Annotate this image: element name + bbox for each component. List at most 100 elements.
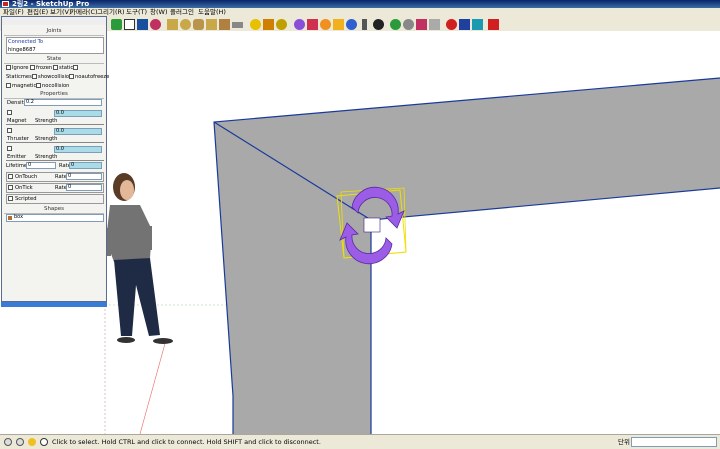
figure-arm-right [145,226,152,250]
object-core [363,217,381,233]
pin-icon[interactable] [416,19,427,30]
cylinder-icon[interactable] [193,19,204,30]
chamfer-icon[interactable] [219,19,230,30]
showcollision-label: showcollision [38,74,73,80]
ontouch-rate-field[interactable]: 0 [66,173,102,180]
menu-window[interactable]: 창(W) [150,8,167,17]
properties-header: Properties [40,91,68,97]
ontouch-label: OnTouch [15,174,38,180]
staticmesh-label: Staticmesh [6,74,36,80]
viewport[interactable] [0,31,720,434]
magnet-strength-field[interactable]: 0.0 [54,110,102,117]
slider-track[interactable] [6,142,104,143]
shape-select[interactable]: box [6,214,104,222]
magnetic-label: magnetic [12,83,37,89]
rotate-icon[interactable] [346,19,357,30]
magnet-icon[interactable] [403,19,414,30]
menu-bar: 파일(F) 편집(E) 보기(V) 카메라(C) 그리기(R) 도구(T) 창(… [0,8,720,17]
nocollision-checkbox[interactable] [36,83,41,88]
ontick-checkbox[interactable] [8,185,13,190]
connection-name[interactable]: hinge8687 [8,47,36,53]
ontick-label: OnTick [15,185,33,191]
divider [4,35,104,36]
noautofreeze-label: noautofreeze [75,74,110,80]
slider-track[interactable] [6,160,104,161]
red-axis [139,339,167,434]
ignore-label: Ignore [12,65,29,71]
menu-plugins[interactable]: 플러그인 [170,8,194,17]
reset-icon[interactable] [137,19,148,30]
frozen-label: frozen [36,65,53,71]
static-extra-checkbox[interactable] [73,65,78,70]
toolbar [0,17,720,32]
spring-icon[interactable] [333,19,344,30]
joint-icon[interactable] [150,19,161,30]
pause-icon[interactable] [124,19,135,30]
lifetime-rate-field[interactable]: 0 [69,162,102,169]
gear-icon[interactable] [320,19,331,30]
thruster-checkbox[interactable] [7,128,12,133]
status-bar: Click to select. Hold CTRL and click to … [0,434,720,449]
ignore-checkbox[interactable] [6,65,11,70]
close-icon[interactable] [488,19,499,30]
shapes-header: Shapes [43,206,65,212]
frozen-checkbox[interactable] [30,65,35,70]
static-checkbox[interactable] [53,65,58,70]
thruster-strength-field[interactable]: 0.0 [54,128,102,135]
info-icon[interactable] [40,438,48,446]
record-icon[interactable] [446,19,457,30]
joints-box: Connected To hinge8687 [6,37,104,54]
measurements-box[interactable] [631,437,717,447]
divider [4,63,104,64]
box-icon[interactable] [167,19,178,30]
geo-location-icon[interactable] [4,438,12,446]
background-panel-edge [1,302,107,307]
emitter-strength-field[interactable]: 0.0 [54,146,102,153]
play-icon[interactable] [111,19,122,30]
wand-icon[interactable] [429,19,440,30]
box-shape-icon [8,216,12,220]
slider-icon[interactable] [307,19,318,30]
help-icon[interactable] [28,438,36,446]
staticmesh-checkbox[interactable] [32,74,37,79]
joints-header: Joints [46,28,62,34]
piston-icon[interactable] [263,19,274,30]
emitter-checkbox[interactable] [7,146,12,151]
static-label: static [59,65,74,71]
figure-shoe-right [153,338,173,344]
globe-icon[interactable] [390,19,401,30]
figure-shoe-left [117,337,135,343]
scale-figure [104,173,173,344]
ontouch-checkbox[interactable] [8,174,13,179]
showcollision-checkbox[interactable] [69,74,74,79]
magnetic-checkbox[interactable] [6,83,11,88]
title-bar: 2링2 - SketchUp Pro [0,0,720,8]
figure-face [120,180,134,200]
figure-legs [114,258,160,336]
menu-help[interactable]: 도움말(H) [198,8,226,17]
back-icon[interactable] [472,19,483,30]
cone-icon[interactable] [206,19,217,30]
scene-svg [104,77,720,434]
hinge-icon[interactable] [250,19,261,30]
credits-icon[interactable] [16,438,24,446]
fixed-icon[interactable] [362,19,367,30]
ontick-rate-field[interactable]: 0 [66,184,102,191]
lifetime-field[interactable]: 0 [26,162,56,169]
ball-icon[interactable] [373,19,384,30]
stop-icon[interactable] [459,19,470,30]
nocollision-label: nocollision [42,83,70,89]
motor-icon[interactable] [294,19,305,30]
density-field[interactable]: 0.2 [24,99,102,106]
sphere-icon[interactable] [180,19,191,30]
scripted-label: Scripted [15,196,37,202]
capsule-icon[interactable] [232,22,243,28]
magnet-checkbox[interactable] [7,110,12,115]
panel-titlebar [2,17,106,25]
slider-track[interactable] [6,124,104,125]
servo-icon[interactable] [276,19,287,30]
menu-tools[interactable]: 도구(T) [126,8,147,17]
scripted-checkbox[interactable] [8,196,13,201]
connected-to-label: Connected To [8,39,44,45]
joints-panel: Joints Connected To hinge8687 State Igno… [1,16,110,302]
